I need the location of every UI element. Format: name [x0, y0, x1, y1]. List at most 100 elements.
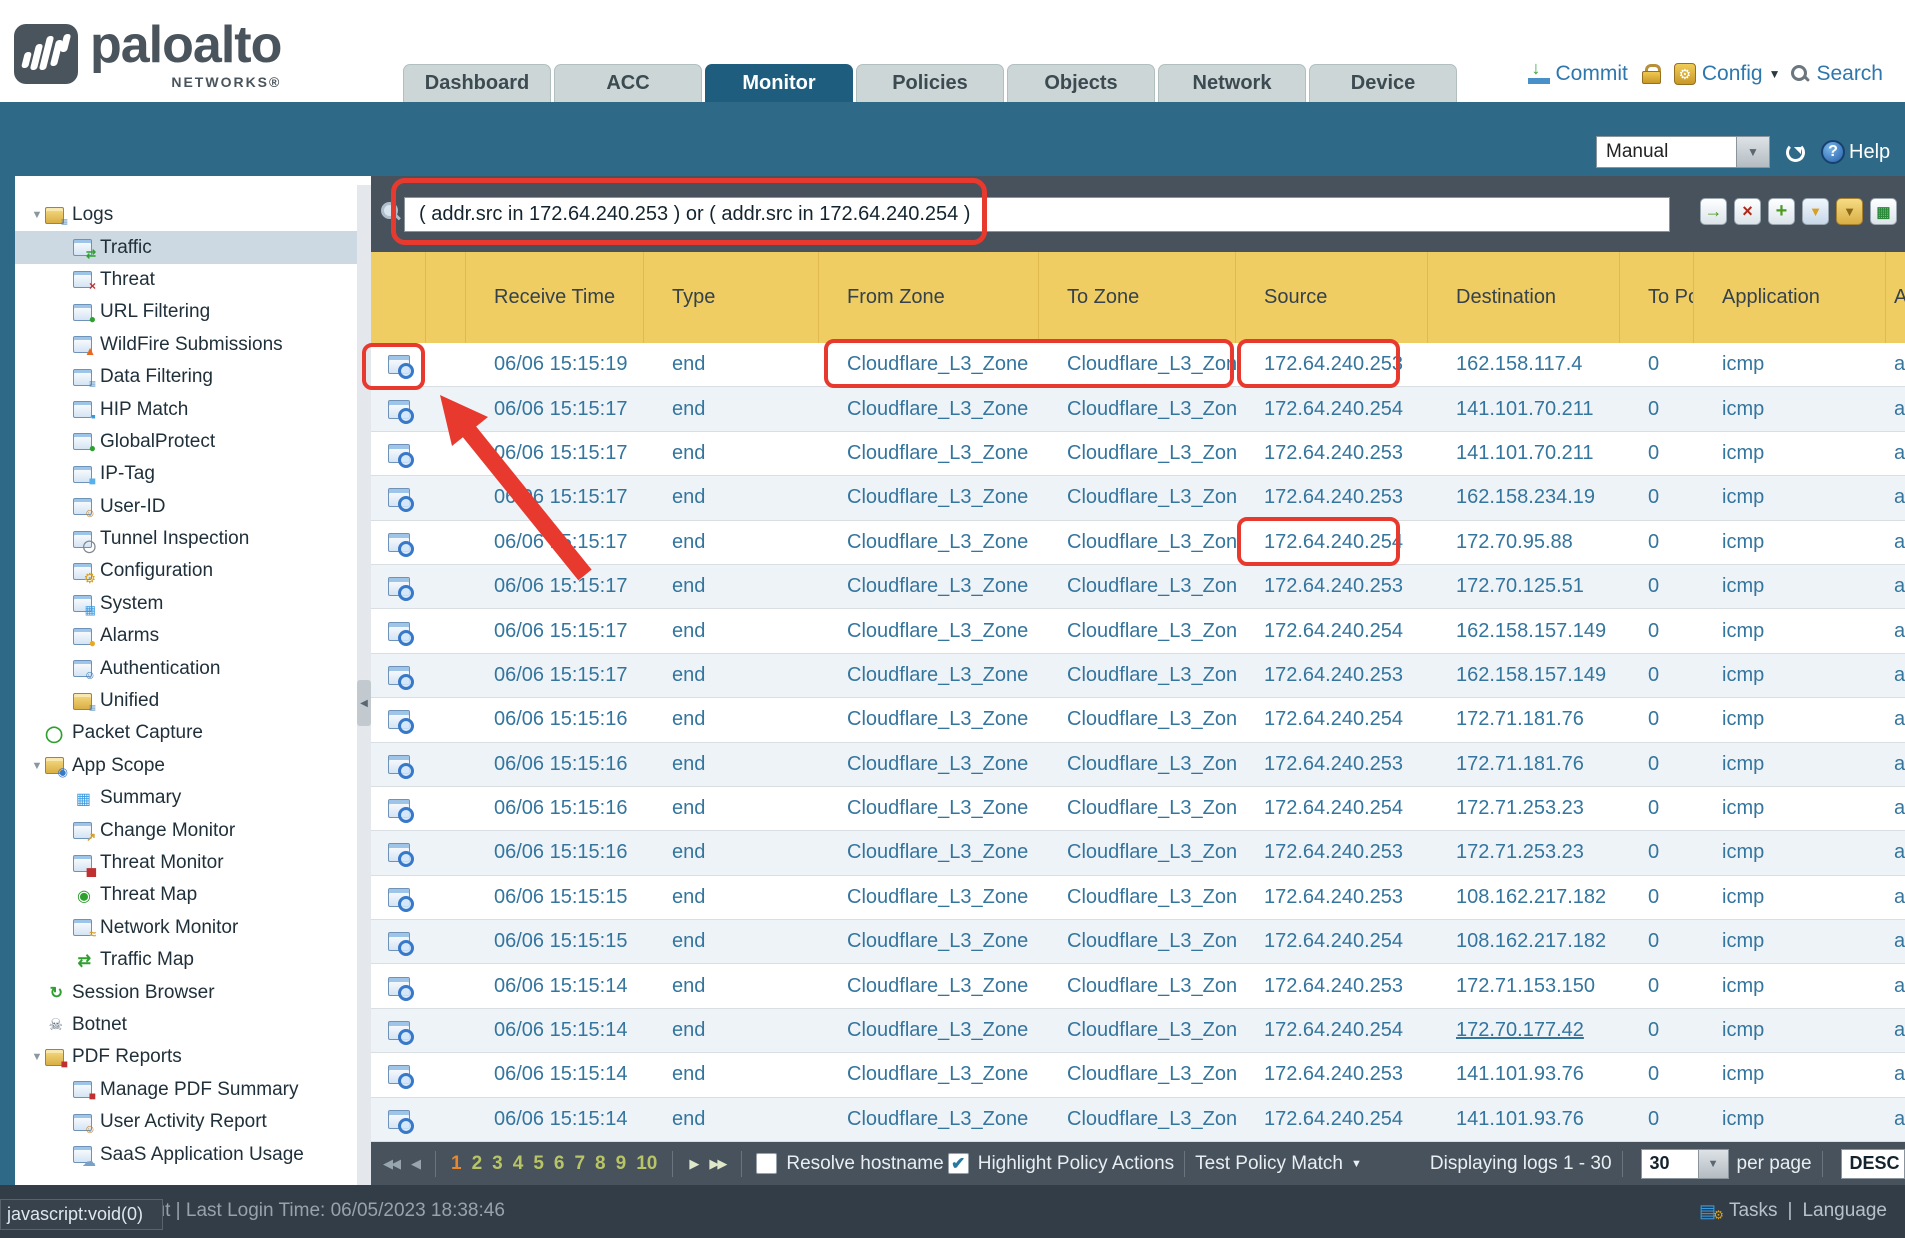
source-cell[interactable]: 172.64.240.254 — [1236, 521, 1428, 564]
log-detail-icon[interactable] — [388, 1110, 410, 1129]
to-port-cell[interactable]: 0 — [1620, 964, 1694, 1007]
type-cell[interactable]: end — [644, 876, 819, 919]
receive-time-cell[interactable]: 06/06 15:15:14 — [466, 1009, 644, 1052]
log-detail-icon[interactable] — [388, 355, 410, 374]
receive-time-cell[interactable]: 06/06 15:15:17 — [466, 387, 644, 430]
sidebar-item-logs[interactable]: ▼Logs — [15, 199, 357, 231]
type-cell[interactable]: end — [644, 787, 819, 830]
log-detail-icon[interactable] — [388, 932, 410, 951]
receive-time-cell[interactable]: 06/06 15:15:14 — [466, 1098, 644, 1141]
application-cell[interactable]: icmp — [1694, 565, 1886, 608]
application-cell[interactable]: icmp — [1694, 476, 1886, 519]
column-header-action[interactable]: Action — [1886, 252, 1905, 343]
receive-time-cell[interactable]: 06/06 15:15:15 — [466, 876, 644, 919]
page-number-3[interactable]: 3 — [492, 1153, 503, 1174]
action-cell[interactable]: allow — [1886, 432, 1905, 475]
clear-filter-icon[interactable]: × — [1734, 198, 1761, 225]
source-cell[interactable]: 172.64.240.254 — [1236, 920, 1428, 963]
sidebar-item-threat-map[interactable]: Threat Map — [15, 879, 357, 911]
receive-time-cell[interactable]: 06/06 15:15:17 — [466, 565, 644, 608]
to-zone-cell[interactable]: Cloudflare_L3_Zone — [1039, 787, 1236, 830]
from-zone-cell[interactable]: Cloudflare_L3_Zone — [819, 698, 1039, 741]
to-port-cell[interactable]: 0 — [1620, 831, 1694, 874]
application-cell[interactable]: icmp — [1694, 387, 1886, 430]
application-cell[interactable]: icmp — [1694, 787, 1886, 830]
sidebar-item-authentication[interactable]: Authentication — [15, 652, 357, 684]
destination-cell[interactable]: 162.158.157.149 — [1428, 654, 1620, 697]
lock-icon[interactable] — [1642, 64, 1660, 84]
to-zone-cell[interactable]: Cloudflare_L3_Zone — [1039, 743, 1236, 786]
to-port-cell[interactable]: 0 — [1620, 1053, 1694, 1096]
source-cell[interactable]: 172.64.240.254 — [1236, 698, 1428, 741]
config-menu-button[interactable]: ⚙ Config ▼ — [1674, 62, 1781, 86]
to-zone-cell[interactable]: Cloudflare_L3_Zone — [1039, 521, 1236, 564]
log-detail-icon[interactable] — [388, 488, 410, 507]
action-cell[interactable]: allow — [1886, 876, 1905, 919]
log-detail-icon[interactable] — [388, 444, 410, 463]
language-button[interactable]: Language — [1802, 1200, 1887, 1222]
refresh-interval-select[interactable]: Manual — [1596, 136, 1737, 168]
to-port-cell[interactable]: 0 — [1620, 521, 1694, 564]
sidebar-item-botnet[interactable]: Botnet — [15, 1009, 357, 1041]
highlight-policy-checkbox[interactable]: ✔ — [948, 1153, 969, 1174]
source-cell[interactable]: 172.64.240.254 — [1236, 1009, 1428, 1052]
application-cell[interactable]: icmp — [1694, 743, 1886, 786]
destination-cell[interactable]: 162.158.157.149 — [1428, 609, 1620, 652]
expand-triangle-icon[interactable]: ▼ — [29, 760, 45, 772]
to-port-cell[interactable]: 0 — [1620, 1009, 1694, 1052]
test-policy-match-button[interactable]: Test Policy Match ▼ — [1195, 1153, 1362, 1175]
log-detail-icon[interactable] — [388, 710, 410, 729]
to-zone-cell[interactable]: Cloudflare_L3_Zone — [1039, 565, 1236, 608]
action-cell[interactable]: allow — [1886, 964, 1905, 1007]
from-zone-cell[interactable]: Cloudflare_L3_Zone — [819, 432, 1039, 475]
sidebar-item-traffic-map[interactable]: Traffic Map — [15, 944, 357, 976]
destination-cell[interactable]: 172.70.125.51 — [1428, 565, 1620, 608]
type-cell[interactable]: end — [644, 1009, 819, 1052]
sidebar-item-pdf-reports[interactable]: ▼PDF Reports — [15, 1041, 357, 1073]
to-port-cell[interactable]: 0 — [1620, 476, 1694, 519]
page-number-5[interactable]: 5 — [533, 1153, 544, 1174]
receive-time-cell[interactable]: 06/06 15:15:14 — [466, 1053, 644, 1096]
destination-cell[interactable]: 141.101.70.211 — [1428, 387, 1620, 430]
type-cell[interactable]: end — [644, 1098, 819, 1141]
action-cell[interactable]: allow — [1886, 920, 1905, 963]
sidebar-item-manage-pdf-summary[interactable]: Manage PDF Summary — [15, 1074, 357, 1106]
from-zone-cell[interactable]: Cloudflare_L3_Zone — [819, 920, 1039, 963]
sidebar-collapse-handle[interactable]: ◀ — [357, 680, 371, 726]
tab-acc[interactable]: ACC — [554, 64, 702, 102]
from-zone-cell[interactable]: Cloudflare_L3_Zone — [819, 787, 1039, 830]
next-page-button[interactable]: ▶ — [689, 1156, 697, 1172]
tab-dashboard[interactable]: Dashboard — [403, 64, 551, 102]
from-zone-cell[interactable]: Cloudflare_L3_Zone — [819, 1053, 1039, 1096]
source-cell[interactable]: 172.64.240.254 — [1236, 787, 1428, 830]
type-cell[interactable]: end — [644, 343, 819, 386]
application-cell[interactable]: icmp — [1694, 964, 1886, 1007]
sidebar-item-data-filtering[interactable]: Data Filtering — [15, 361, 357, 393]
application-cell[interactable]: icmp — [1694, 831, 1886, 874]
type-cell[interactable]: end — [644, 609, 819, 652]
to-port-cell[interactable]: 0 — [1620, 654, 1694, 697]
log-detail-icon[interactable] — [388, 400, 410, 419]
column-header-type[interactable]: Type — [644, 252, 819, 343]
to-zone-cell[interactable]: Cloudflare_L3_Zone — [1039, 964, 1236, 1007]
action-cell[interactable]: allow — [1886, 387, 1905, 430]
type-cell[interactable]: end — [644, 521, 819, 564]
application-cell[interactable]: icmp — [1694, 609, 1886, 652]
receive-time-cell[interactable]: 06/06 15:15:17 — [466, 609, 644, 652]
log-detail-icon[interactable] — [388, 888, 410, 907]
action-cell[interactable]: allow — [1886, 787, 1905, 830]
to-zone-cell[interactable]: Cloudflare_L3_Zone — [1039, 476, 1236, 519]
to-port-cell[interactable]: 0 — [1620, 698, 1694, 741]
expand-triangle-icon[interactable]: ▼ — [29, 1051, 45, 1063]
sidebar-item-network-monitor[interactable]: Network Monitor — [15, 912, 357, 944]
action-cell[interactable]: allow — [1886, 1009, 1905, 1052]
sidebar-item-wildfire-submissions[interactable]: WildFire Submissions — [15, 329, 357, 361]
column-header-application[interactable]: Application — [1694, 252, 1886, 343]
save-filter-icon[interactable]: ▼ — [1802, 198, 1829, 225]
destination-cell[interactable]: 141.101.70.211 — [1428, 432, 1620, 475]
type-cell[interactable]: end — [644, 565, 819, 608]
to-port-cell[interactable]: 0 — [1620, 743, 1694, 786]
load-filter-icon[interactable]: ▼ — [1836, 198, 1863, 225]
receive-time-cell[interactable]: 06/06 15:15:16 — [466, 743, 644, 786]
sort-order-select[interactable]: DESC — [1841, 1149, 1905, 1179]
